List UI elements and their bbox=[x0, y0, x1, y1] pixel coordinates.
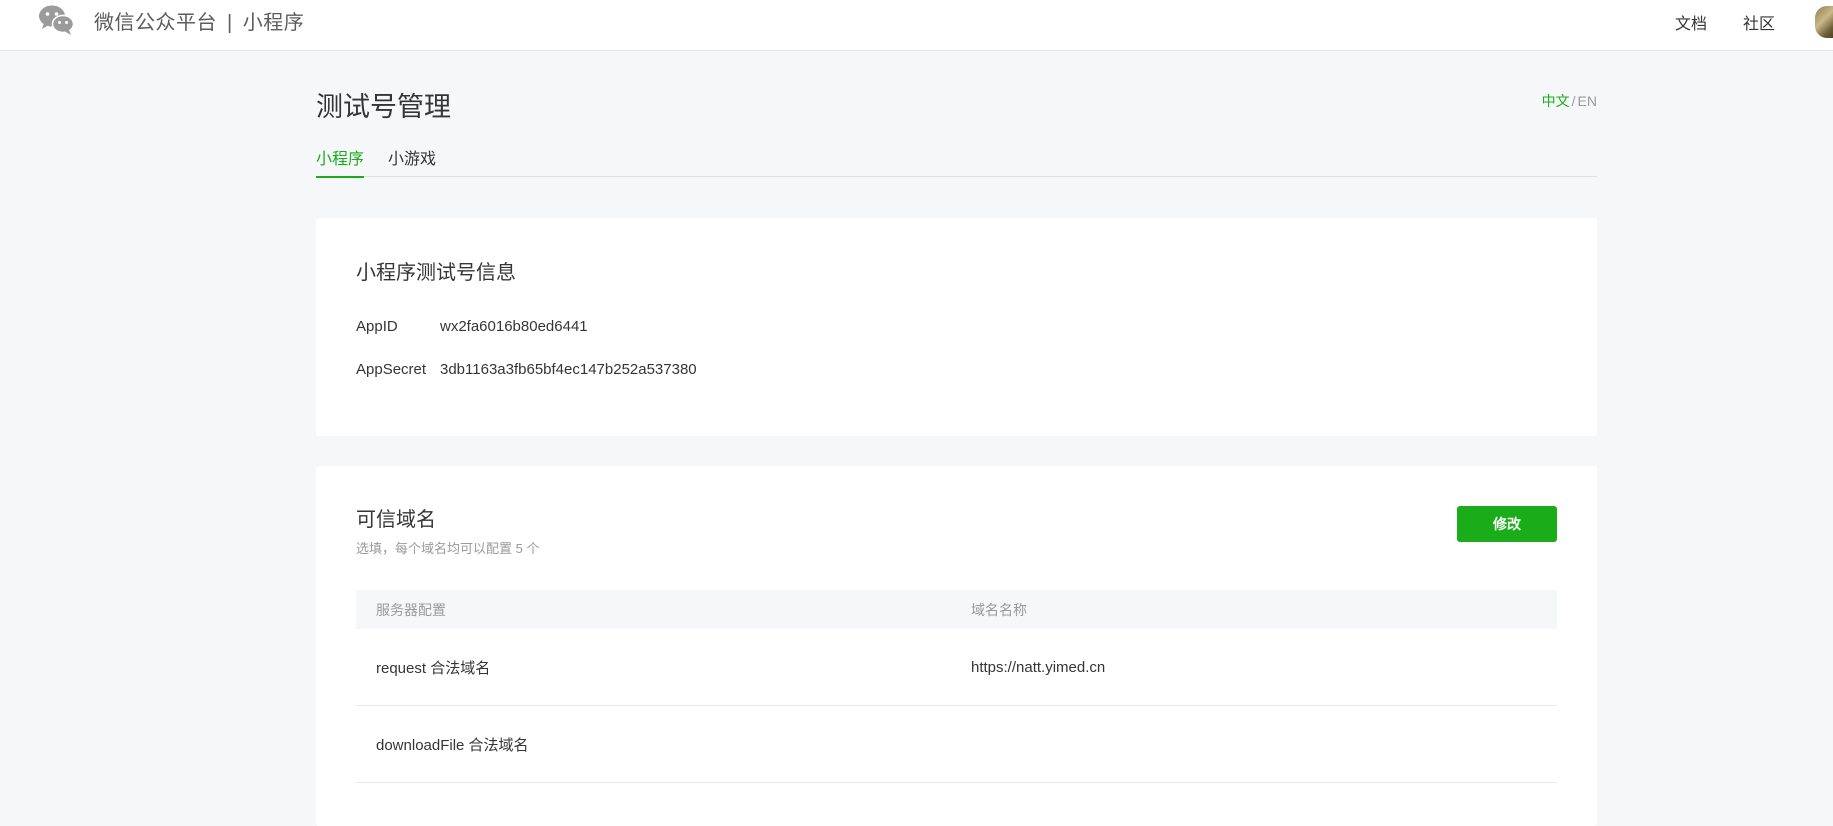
row-config-cell: request 合法域名 bbox=[376, 659, 491, 677]
appid-row: AppID wx2fa6016b80ed6441 bbox=[356, 318, 588, 335]
tab-bar: 小程序 小游戏 bbox=[316, 145, 1597, 178]
page-container: 测试号管理 中文 / EN 小程序 小游戏 bbox=[316, 51, 1597, 178]
tab-minigame[interactable]: 小游戏 bbox=[388, 145, 436, 177]
column-domain-name: 域名名称 bbox=[971, 601, 1027, 618]
brand-separator: | bbox=[227, 12, 233, 34]
lang-zh-link[interactable]: 中文 bbox=[1542, 93, 1570, 109]
docs-link[interactable]: 文档 bbox=[1675, 10, 1707, 34]
appid-value: wx2fa6016b80ed6441 bbox=[440, 318, 588, 335]
page-header: 测试号管理 中文 / EN 小程序 小游戏 bbox=[316, 51, 1597, 178]
tab-miniprogram[interactable]: 小程序 bbox=[316, 145, 365, 178]
appsecret-value: 3db1163a3fb65bf4ec147b252a537380 bbox=[440, 361, 697, 378]
edit-button[interactable]: 修改 bbox=[1457, 506, 1557, 542]
domain-card-title: 可信域名 bbox=[356, 509, 436, 531]
wechat-logo-icon[interactable] bbox=[38, 2, 74, 38]
brand-title[interactable]: 微信公众平台 | 小程序 bbox=[94, 6, 304, 35]
community-link[interactable]: 社区 bbox=[1743, 10, 1775, 34]
lang-separator: / bbox=[1571, 93, 1576, 109]
brand-name: 微信公众平台 bbox=[94, 12, 217, 34]
column-server-config: 服务器配置 bbox=[376, 601, 446, 618]
domain-table: 服务器配置 域名名称 request 合法域名 https://natt.yim… bbox=[356, 590, 1557, 783]
appid-label: AppID bbox=[356, 318, 398, 335]
user-avatar[interactable] bbox=[1815, 6, 1833, 38]
row-config-cell: downloadFile 合法域名 bbox=[376, 736, 529, 754]
product-name: 小程序 bbox=[242, 12, 305, 34]
row-domain-cell: https://natt.yimed.cn bbox=[971, 658, 1106, 676]
trusted-domain-card: 可信域名 选填，每个域名均可以配置 5 个 修改 服务器配置 域名名称 requ… bbox=[316, 466, 1597, 826]
domain-card-subtitle: 选填，每个域名均可以配置 5 个 bbox=[356, 541, 540, 556]
table-row: request 合法域名 https://natt.yimed.cn bbox=[356, 629, 1557, 706]
lang-en-link[interactable]: EN bbox=[1578, 93, 1597, 109]
top-links: 文档 社区 bbox=[1675, 10, 1775, 34]
top-navbar: 微信公众平台 | 小程序 文档 社区 bbox=[0, 0, 1833, 51]
language-switch: 中文 / EN bbox=[1542, 91, 1597, 111]
table-header: 服务器配置 域名名称 bbox=[356, 590, 1557, 629]
table-row: downloadFile 合法域名 bbox=[356, 706, 1557, 783]
appsecret-row: AppSecret 3db1163a3fb65bf4ec147b252a5373… bbox=[356, 361, 697, 378]
appsecret-label: AppSecret bbox=[356, 361, 427, 378]
page-title: 测试号管理 bbox=[316, 92, 451, 122]
info-card-title: 小程序测试号信息 bbox=[356, 262, 516, 284]
test-account-info-card: 小程序测试号信息 AppID wx2fa6016b80ed6441 AppSec… bbox=[316, 218, 1597, 436]
